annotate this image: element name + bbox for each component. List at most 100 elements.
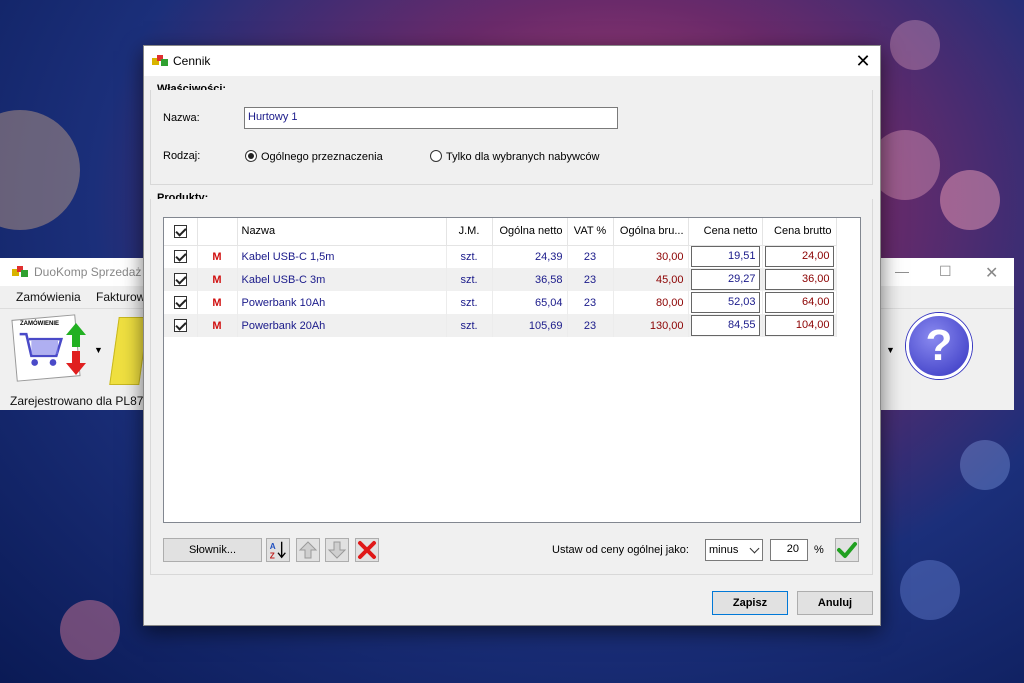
- column-header-unit[interactable]: J.M.: [446, 218, 493, 246]
- close-icon[interactable]: ✕: [852, 50, 874, 72]
- row-general-net: 105,69: [492, 314, 568, 337]
- row-checkbox-cell[interactable]: [164, 268, 198, 291]
- order-cart-button[interactable]: ZAMÓWIENIE: [11, 313, 88, 383]
- radio-selected-buyers-label[interactable]: Tylko dla wybranych nabywców: [446, 151, 599, 163]
- row-general-net: 36,58: [492, 268, 568, 291]
- order-badge-label: ZAMÓWIENIE: [20, 321, 59, 327]
- mode-select[interactable]: minus: [705, 539, 763, 561]
- select-all-checkbox-header[interactable]: [164, 218, 198, 246]
- row-price-net-cell[interactable]: 19,51: [688, 245, 763, 268]
- background-app-title: DuoKomp Sprzedaż i: [34, 265, 148, 279]
- up-arrow-icon: [66, 323, 86, 347]
- row-checkbox-cell[interactable]: [164, 314, 198, 337]
- row-name: Kabel USB-C 3m: [237, 268, 447, 291]
- row-checkbox[interactable]: [173, 319, 187, 332]
- row-unit: szt.: [446, 291, 493, 314]
- row-checkbox-cell[interactable]: [164, 291, 198, 314]
- app-logo-icon: [12, 266, 28, 277]
- table-row[interactable]: M Powerbank 10Ah szt. 65,04 23 80,00 52,…: [164, 291, 837, 314]
- row-price-net-input[interactable]: 52,03: [690, 292, 760, 313]
- row-price-gross-cell[interactable]: 24,00: [762, 245, 837, 268]
- svg-text:A: A: [270, 542, 276, 551]
- bokeh-light: [960, 440, 1010, 490]
- row-general-gross: 30,00: [613, 245, 689, 268]
- row-vat: 23: [567, 291, 614, 314]
- shopping-cart-icon: [19, 332, 64, 366]
- dropdown-arrow-icon[interactable]: ▼: [886, 345, 895, 355]
- products-grid[interactable]: Nazwa J.M. Ogólna netto VAT % Ogólna bru…: [163, 217, 861, 523]
- row-price-net-cell[interactable]: 29,27: [688, 268, 763, 291]
- radio-general-purpose-label[interactable]: Ogólnego przeznaczenia: [261, 151, 383, 163]
- row-price-gross-input[interactable]: 64,00: [764, 292, 834, 313]
- apply-button[interactable]: [835, 538, 859, 562]
- table-row[interactable]: M Kabel USB-C 3m szt. 36,58 23 45,00 29,…: [164, 268, 837, 291]
- move-down-button[interactable]: [325, 538, 349, 562]
- minimize-icon[interactable]: —: [895, 263, 909, 279]
- row-price-net-cell[interactable]: 52,03: [688, 291, 763, 314]
- down-arrow-icon: [66, 351, 86, 375]
- row-price-net-input[interactable]: 19,51: [690, 246, 760, 268]
- bokeh-light: [0, 110, 80, 230]
- row-checkbox[interactable]: [173, 250, 187, 264]
- move-up-button[interactable]: [296, 538, 320, 562]
- menu-item-invoices[interactable]: Fakturow: [96, 290, 145, 304]
- menu-item-orders[interactable]: Zamówienia: [16, 290, 81, 304]
- select-all-checkbox[interactable]: [173, 224, 187, 238]
- row-price-gross-input[interactable]: 36,00: [764, 269, 834, 290]
- properties-group: [150, 90, 873, 185]
- delete-button[interactable]: [355, 538, 379, 562]
- svg-text:Z: Z: [270, 551, 275, 560]
- name-input[interactable]: Hurtowy 1: [244, 107, 618, 129]
- radio-selected-buyers[interactable]: [430, 150, 442, 162]
- row-vat: 23: [567, 245, 614, 268]
- row-price-net-cell[interactable]: 84,55: [688, 314, 763, 337]
- row-marker: M: [197, 245, 238, 268]
- column-header-name[interactable]: Nazwa: [237, 218, 447, 246]
- row-price-net-input[interactable]: 84,55: [690, 315, 760, 336]
- arrow-up-icon: [298, 541, 318, 559]
- row-checkbox-cell[interactable]: [164, 245, 198, 268]
- dialog-titlebar: Cennik ✕: [144, 46, 880, 76]
- name-label: Nazwa:: [163, 112, 200, 124]
- row-price-gross-cell[interactable]: 64,00: [762, 291, 837, 314]
- sort-az-button[interactable]: A Z: [266, 538, 290, 562]
- row-price-gross-input[interactable]: 104,00: [764, 315, 834, 336]
- dropdown-arrow-icon[interactable]: ▼: [94, 345, 103, 355]
- bokeh-light: [900, 560, 960, 620]
- row-price-gross-cell[interactable]: 36,00: [762, 268, 837, 291]
- row-price-gross-input[interactable]: 24,00: [764, 246, 834, 268]
- row-marker: M: [197, 291, 238, 314]
- row-marker: M: [197, 314, 238, 337]
- column-header-price-net[interactable]: Cena netto: [688, 218, 763, 246]
- column-header-vat[interactable]: VAT %: [567, 218, 614, 246]
- table-row[interactable]: M Powerbank 20Ah szt. 105,69 23 130,00 8…: [164, 314, 837, 337]
- row-checkbox[interactable]: [173, 296, 187, 309]
- chevron-down-icon: [749, 543, 760, 554]
- column-header-general-net[interactable]: Ogólna netto: [492, 218, 568, 246]
- column-header-price-gross[interactable]: Cena brutto: [762, 218, 837, 246]
- bokeh-light: [60, 600, 120, 660]
- row-general-net: 24,39: [492, 245, 568, 268]
- bokeh-light: [940, 170, 1000, 230]
- maximize-icon[interactable]: ☐: [939, 263, 952, 280]
- close-icon[interactable]: ✕: [985, 263, 998, 283]
- registration-status: Zarejestrowano dla PL879: [10, 394, 151, 408]
- table-row[interactable]: M Kabel USB-C 1,5m szt. 24,39 23 30,00 1…: [164, 245, 837, 268]
- row-checkbox[interactable]: [173, 273, 187, 286]
- arrow-down-icon: [327, 541, 347, 559]
- cancel-button[interactable]: Anuluj: [797, 591, 873, 615]
- column-header-general-gross[interactable]: Ogólna bru...: [613, 218, 689, 246]
- row-price-net-input[interactable]: 29,27: [690, 269, 760, 290]
- row-general-net: 65,04: [492, 291, 568, 314]
- row-general-gross: 80,00: [613, 291, 689, 314]
- products-table: Nazwa J.M. Ogólna netto VAT % Ogólna bru…: [164, 218, 837, 337]
- price-list-dialog: Cennik ✕ Właściwości: Nazwa: Hurtowy 1 R…: [143, 45, 881, 626]
- row-vat: 23: [567, 314, 614, 337]
- save-button[interactable]: Zapisz: [712, 591, 788, 615]
- help-icon[interactable]: ?: [906, 313, 972, 379]
- dictionary-button[interactable]: Słownik...: [163, 538, 262, 562]
- radio-general-purpose[interactable]: [245, 150, 257, 162]
- type-label: Rodzaj:: [163, 150, 201, 162]
- percent-input[interactable]: 20: [770, 539, 808, 561]
- row-price-gross-cell[interactable]: 104,00: [762, 314, 837, 337]
